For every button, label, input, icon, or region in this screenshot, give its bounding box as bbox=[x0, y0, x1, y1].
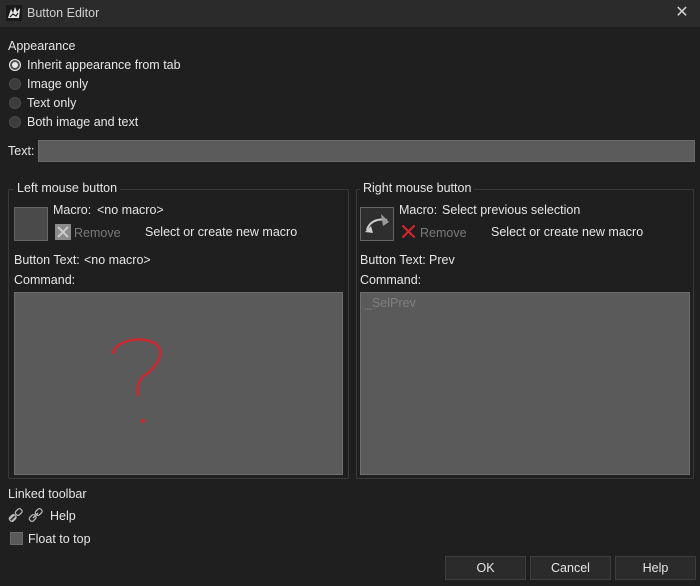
radio-image-only-label[interactable]: Image only bbox=[27, 77, 88, 91]
right-button-text-value: Prev bbox=[429, 253, 455, 267]
right-mouse-heading: Right mouse button bbox=[360, 181, 475, 195]
remove-icon-disabled bbox=[55, 224, 71, 240]
radio-text-only[interactable] bbox=[9, 97, 21, 109]
cancel-button[interactable]: Cancel bbox=[530, 556, 611, 580]
text-input[interactable] bbox=[38, 140, 695, 162]
window-title: Button Editor bbox=[27, 6, 100, 20]
float-to-top-checkbox[interactable] bbox=[10, 532, 23, 545]
radio-text-only-label[interactable]: Text only bbox=[27, 96, 76, 110]
right-command-value: _SelPrev bbox=[365, 296, 416, 310]
left-button-text-label: Button Text: bbox=[14, 253, 80, 267]
ok-button[interactable]: OK bbox=[445, 556, 526, 580]
right-command-textarea[interactable]: _SelPrev bbox=[360, 292, 690, 475]
linked-help-label[interactable]: Help bbox=[50, 509, 76, 523]
radio-image-only[interactable] bbox=[9, 78, 21, 90]
right-remove-button[interactable]: Remove bbox=[420, 226, 467, 240]
right-macro-label: Macro: bbox=[399, 203, 438, 217]
linked-toolbar-heading: Linked toolbar bbox=[8, 487, 87, 501]
help-button[interactable]: Help bbox=[615, 556, 696, 580]
radio-both[interactable] bbox=[9, 116, 21, 128]
left-select-macro-link[interactable]: Select or create new macro bbox=[145, 225, 297, 239]
left-command-textarea[interactable]: ? bbox=[14, 292, 343, 475]
title-bar bbox=[0, 0, 700, 27]
select-previous-icon bbox=[365, 214, 389, 233]
rhino-app-icon bbox=[6, 5, 22, 21]
right-command-label: Command: bbox=[360, 273, 422, 287]
remove-icon[interactable] bbox=[401, 224, 416, 239]
right-button-text-label: Button Text: bbox=[360, 253, 426, 267]
close-icon[interactable]: ✕ bbox=[672, 3, 692, 23]
float-to-top-label[interactable]: Float to top bbox=[28, 532, 91, 546]
right-button-image[interactable] bbox=[360, 207, 394, 241]
link-icon[interactable] bbox=[7, 507, 47, 525]
right-select-macro-link[interactable]: Select or create new macro bbox=[491, 225, 643, 239]
left-command-label: Command: bbox=[14, 273, 76, 287]
radio-inherit-label[interactable]: Inherit appearance from tab bbox=[27, 58, 181, 72]
left-button-image[interactable] bbox=[14, 207, 48, 241]
left-macro-value: <no macro> bbox=[97, 203, 164, 217]
question-mark-annotation: ? bbox=[105, 333, 162, 424]
annotation-char: ? bbox=[105, 333, 106, 334]
radio-inherit[interactable] bbox=[9, 59, 21, 71]
text-field-label: Text: bbox=[8, 144, 35, 158]
left-mouse-heading: Left mouse button bbox=[14, 181, 121, 195]
right-macro-value: Select previous selection bbox=[442, 203, 581, 217]
appearance-heading: Appearance bbox=[8, 39, 76, 53]
left-button-text-value: <no macro> bbox=[84, 253, 151, 267]
left-remove-button[interactable]: Remove bbox=[74, 226, 121, 240]
radio-both-label[interactable]: Both image and text bbox=[27, 115, 138, 129]
left-macro-label: Macro: bbox=[53, 203, 92, 217]
